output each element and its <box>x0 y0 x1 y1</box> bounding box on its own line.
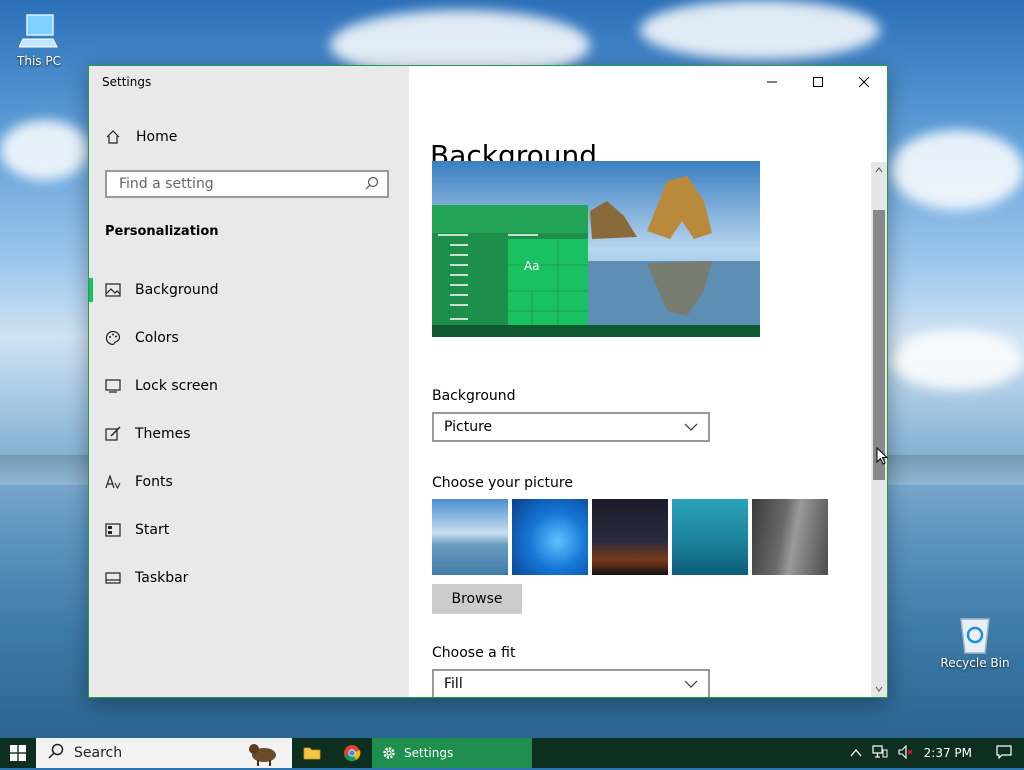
sidebar-item-label: Fonts <box>135 474 173 490</box>
fonts-icon <box>105 474 121 490</box>
background-type-value: Picture <box>444 419 493 435</box>
sidebar-item-label: Taskbar <box>135 570 189 586</box>
sidebar-item-lock-screen[interactable]: Lock screen <box>89 362 409 410</box>
system-tray: 2:37 PM <box>850 738 1024 768</box>
browse-button[interactable]: Browse <box>432 584 522 614</box>
search-highlight-icon <box>246 740 282 770</box>
close-icon <box>858 76 870 88</box>
taskbar-search-label: Search <box>74 745 123 761</box>
folder-icon <box>303 747 321 760</box>
vertical-scrollbar[interactable] <box>871 162 887 697</box>
chrome-icon <box>344 745 361 762</box>
fit-value: Fill <box>444 676 463 692</box>
maximize-button[interactable] <box>795 66 841 98</box>
image-icon <box>105 282 121 298</box>
scroll-up-icon[interactable] <box>871 162 887 178</box>
search-box[interactable] <box>105 170 389 198</box>
search-input[interactable] <box>117 175 361 193</box>
gear-icon <box>383 747 395 759</box>
picture-thumbnails <box>432 499 828 575</box>
sidebar-item-start[interactable]: Start <box>89 506 409 554</box>
sidebar: Settings Home Personalization Background <box>89 66 409 697</box>
desktop-icon-this-pc[interactable]: This PC <box>4 10 74 68</box>
background-label: Background <box>432 388 516 404</box>
clock[interactable]: 2:37 PM <box>924 746 972 760</box>
sidebar-item-label: Themes <box>135 426 191 442</box>
taskbar-search-box[interactable]: Search <box>36 738 292 768</box>
sidebar-item-label: Colors <box>135 330 179 346</box>
picture-thumb-underwater[interactable] <box>672 499 748 575</box>
sidebar-item-label: Background <box>135 282 219 298</box>
taskbar-chrome[interactable] <box>332 738 372 768</box>
choose-picture-label: Choose your picture <box>432 475 573 491</box>
sidebar-item-label: Start <box>135 522 170 538</box>
close-button[interactable] <box>841 66 887 98</box>
sidebar-item-themes[interactable]: Themes <box>89 410 409 458</box>
desktop-cloud <box>0 120 90 180</box>
chevron-down-icon <box>684 419 698 435</box>
taskbar-settings[interactable]: Settings <box>372 738 532 768</box>
taskbar: Search Settings 2:37 PM <box>0 738 1024 768</box>
taskbar-settings-label: Settings <box>404 746 454 760</box>
lock-screen-icon <box>105 378 121 394</box>
mouse-cursor-icon <box>876 446 889 469</box>
section-title: Personalization <box>105 224 219 239</box>
minimize-button[interactable] <box>749 66 795 98</box>
picture-thumb-beach[interactable] <box>432 499 508 575</box>
volume-muted-icon[interactable] <box>898 744 914 762</box>
desktop-cloud <box>890 330 1024 390</box>
sidebar-item-taskbar[interactable]: Taskbar <box>89 554 409 602</box>
choose-fit-label: Choose a fit <box>432 645 516 661</box>
home-icon <box>105 129 121 145</box>
picture-thumb-rock[interactable] <box>752 499 828 575</box>
scroll-down-icon[interactable] <box>871 681 887 697</box>
sidebar-nav: Background Colors Lock screen Themes Fon… <box>89 266 409 602</box>
windows-logo-icon <box>10 745 26 761</box>
search-icon <box>48 743 64 763</box>
settings-window: Settings Home Personalization Background <box>88 65 888 698</box>
sidebar-item-label: Lock screen <box>135 378 218 394</box>
picture-thumb-night-sky[interactable] <box>592 499 668 575</box>
main-pane: Background Aa Background Picture Choose … <box>409 66 887 697</box>
start-button[interactable] <box>0 738 36 768</box>
caption-buttons <box>749 66 887 98</box>
preview-sample-text: Aa <box>524 259 540 273</box>
network-icon[interactable] <box>872 744 888 762</box>
themes-icon <box>105 426 121 442</box>
maximize-icon <box>813 77 823 87</box>
sidebar-item-fonts[interactable]: Fonts <box>89 458 409 506</box>
sidebar-item-background[interactable]: Background <box>89 266 409 314</box>
desktop-icon-label: This PC <box>17 54 61 68</box>
desktop-icon-label: Recycle Bin <box>940 656 1010 670</box>
sidebar-item-colors[interactable]: Colors <box>89 314 409 362</box>
background-preview: Aa <box>432 161 760 337</box>
home-label: Home <box>136 129 178 145</box>
search-icon <box>365 175 379 194</box>
desktop-cloud <box>890 130 1024 210</box>
chevron-down-icon <box>684 676 698 692</box>
chevron-up-icon[interactable] <box>850 746 862 760</box>
computer-icon <box>4 10 74 54</box>
desktop-icon-recycle-bin[interactable]: Recycle Bin <box>940 612 1010 670</box>
picture-thumb-windows[interactable] <box>512 499 588 575</box>
scroll-thumb[interactable] <box>873 210 885 480</box>
window-title: Settings <box>102 75 152 89</box>
taskbar-file-explorer[interactable] <box>292 738 332 768</box>
recycle-bin-icon <box>940 612 1010 656</box>
desktop-cloud <box>640 0 880 60</box>
background-type-select[interactable]: Picture <box>432 412 710 442</box>
start-icon <box>105 522 121 538</box>
minimize-icon <box>767 81 777 83</box>
notification-icon[interactable] <box>996 744 1012 762</box>
fit-select[interactable]: Fill <box>432 669 710 697</box>
palette-icon <box>105 330 121 346</box>
home-link[interactable]: Home <box>105 129 177 145</box>
taskbar-icon <box>105 570 121 586</box>
